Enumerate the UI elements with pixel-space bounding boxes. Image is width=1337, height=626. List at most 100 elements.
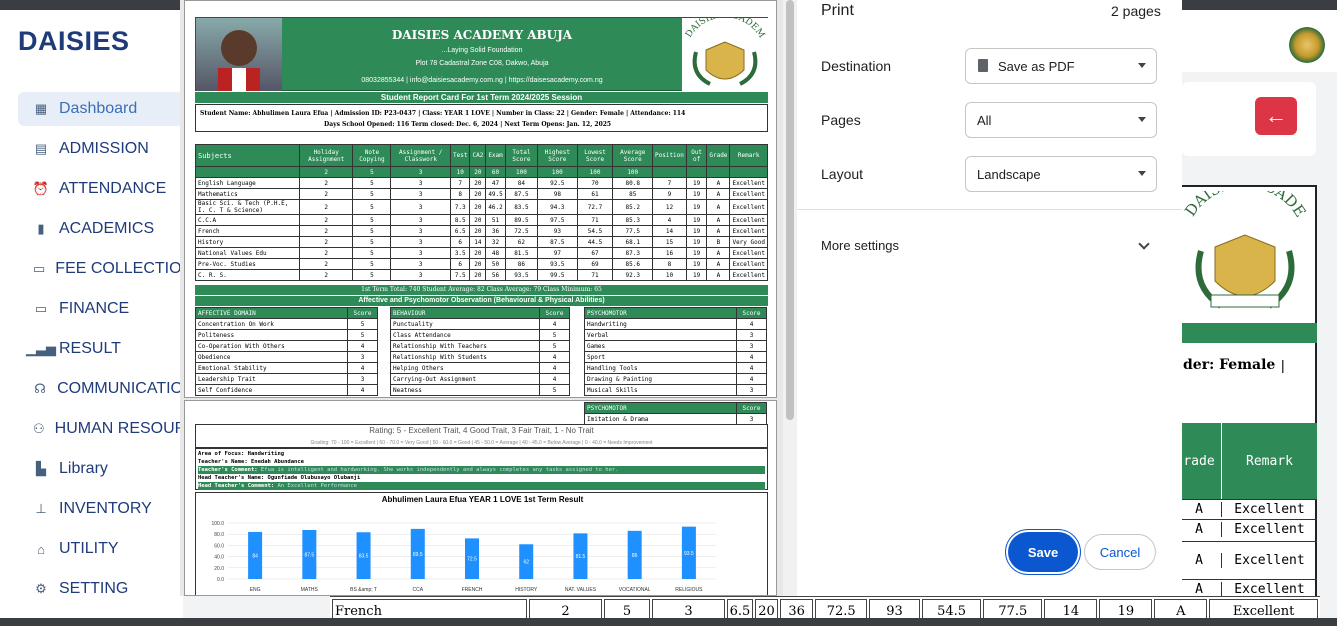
head-teacher-name: Head Teacher's Name: Ogunfiade Olubusayo…	[198, 475, 361, 481]
trait-header: PSYCHOMOTOR	[584, 402, 737, 414]
school-address: Plot 78 Cadastral Zone C08, Dakwo, Abuja	[415, 60, 549, 67]
trait-name: Verbal	[584, 329, 737, 341]
trait-row: Handwriting 4	[584, 318, 767, 330]
subject-cell: 86	[504, 258, 539, 270]
alarm-clock-icon: ⏰	[32, 181, 50, 196]
subjects-table: Subjects Holiday Assignment Note Copying As…	[195, 144, 768, 281]
back-button[interactable]: ←	[1255, 97, 1297, 135]
sidebar-item-setting[interactable]: ⚙ SETTING	[18, 572, 183, 606]
preview-page-2: PSYCHOMOTOR Score Imitation & Drama 3 Ratin…	[184, 400, 777, 596]
headset-icon: ☊	[34, 381, 46, 396]
trait-name: Carrying-Out Assignment	[390, 373, 540, 385]
sidebar-item-dashboard[interactable]: ▦ Dashboard	[18, 92, 183, 126]
layout-select[interactable]: Landscape	[965, 156, 1157, 192]
y-tick-label: 40.0	[214, 555, 224, 561]
sidebar-item-label: FINANCE	[59, 300, 130, 317]
background-remark-cell: Excellent	[1221, 502, 1317, 517]
sidebar-item-utility[interactable]: ⌂ UTILITY	[18, 532, 183, 566]
pages-select[interactable]: All	[965, 102, 1157, 138]
subject-row: C.C.A 2 5 3 8.5 20 51 89.5 97.5 71 85.3 4 19 A Excelle…	[195, 214, 768, 226]
subject-header-cell: Grade	[706, 144, 731, 167]
sidebar-item-attendance[interactable]: ⏰ ATTENDANCE	[18, 172, 183, 206]
school-name: DAISIES ACADEMY ABUJA	[391, 28, 573, 42]
sidebar-item-fee-collection[interactable]: ▭ FEE COLLECTION	[18, 252, 183, 286]
subject-header-cell: Exam	[485, 144, 506, 167]
trait-row: Relationship With Teachers 5	[390, 340, 570, 352]
trait-row: Leadership Trait 3	[195, 373, 378, 385]
background-grade-cell: A	[1195, 582, 1203, 597]
background-remark-cell: Excellent	[1221, 553, 1317, 568]
trait-score-header: Score	[736, 307, 767, 319]
student-info-line-2: Days School Opened: 116 Term closed: Dec…	[324, 121, 612, 128]
max-score-cell: 2	[298, 166, 354, 178]
destination-select[interactable]: Save as PDF	[965, 48, 1157, 84]
remark-header-text: Remark	[1246, 453, 1293, 469]
teacher-comment-row: Teacher's Comment: Efua is intelligent a…	[198, 466, 765, 474]
svg-text:DAISIES ACADEMY: DAISIES ACADEMY	[1181, 191, 1309, 220]
subject-cell: 20	[469, 269, 487, 281]
max-score-cell: 5	[352, 166, 392, 178]
trait-row: Punctuality 4	[390, 318, 570, 330]
x-tick-label: ENG	[250, 587, 261, 593]
subject-cell: 36	[485, 225, 506, 237]
trait-row: Obedience 3	[195, 351, 378, 363]
bar-value-label: 86	[632, 553, 638, 559]
sidebar-item-finance[interactable]: ▭ FINANCE	[18, 292, 183, 326]
pages-value: All	[977, 112, 992, 128]
chevron-down-icon	[1138, 63, 1146, 68]
subject-cell: 5	[352, 199, 392, 215]
subject-header-cell: CA2	[469, 144, 487, 167]
subject-cell: 3	[390, 177, 452, 189]
save-button[interactable]: Save	[1008, 532, 1078, 572]
chart-frame: Abhulimen Laura Efua YEAR 1 LOVE 1st Ter…	[195, 492, 768, 595]
report-crest-icon: DAISIES ACADEMY	[1173, 173, 1309, 321]
wallet-icon: ▭	[34, 301, 48, 316]
subject-cell: 6.5	[450, 225, 471, 237]
rating-text: Rating: 5 - Excellent Trait, 4 Good Trai…	[369, 426, 594, 435]
trait-name: Concentration On Work	[195, 318, 348, 330]
sidebar-item-library[interactable]: ▙ Library	[18, 452, 183, 486]
trait-header-row: PSYCHOMOTOR Score	[584, 402, 767, 414]
sidebar-item-admission[interactable]: ▤ ADMISSION	[18, 132, 183, 166]
sidebar-item-inventory[interactable]: ⊥ INVENTORY	[18, 492, 183, 526]
cancel-button[interactable]: Cancel	[1084, 534, 1156, 570]
trait-row: Class Attendance 5	[390, 329, 570, 341]
subject-header-cell: Assignment / Classwork	[390, 144, 452, 167]
trait-row: Games 3	[584, 340, 767, 352]
y-tick-label: 20.0	[214, 566, 224, 572]
school-motto: ...Laying Solid Foundation	[441, 47, 523, 54]
sidebar-item-label: RESULT	[59, 340, 121, 357]
subject-cell: 51	[485, 214, 506, 226]
subject-cell: 93.5	[504, 269, 539, 281]
sidebar-item-result[interactable]: ▁▃▅ RESULT	[18, 332, 183, 366]
subject-cell: 87.5	[504, 188, 539, 200]
sidebar-item-human-resour[interactable]: ⚇ HUMAN RESOUR	[18, 412, 183, 446]
trait-score: 4	[736, 373, 767, 385]
x-tick-label: MATHS	[301, 587, 319, 593]
page2-psychomotor-table: PSYCHOMOTOR Score Imitation & Drama 3	[584, 402, 767, 425]
subject-cell: 94.3	[537, 199, 578, 215]
subject-cell: 84	[504, 177, 539, 189]
subject-cell: 93.5	[537, 258, 578, 270]
subject-cell: 93	[537, 225, 578, 237]
trait-row: Self Confidence 4	[195, 384, 378, 396]
trait-score: 4	[539, 362, 570, 374]
background-grade-cell: A	[1195, 502, 1203, 517]
subject-cell: 3	[390, 247, 452, 259]
sidebar-item-academics[interactable]: ▮ ACADEMICS	[18, 212, 183, 246]
background-remark-header: Remark	[1221, 423, 1317, 499]
sidebar-item-communicatio[interactable]: ☊ COMMUNICATIO	[18, 372, 183, 406]
arrow-left-icon: ←	[1265, 103, 1287, 128]
trait-score: 4	[736, 318, 767, 330]
trait-name: Imitation & Drama	[584, 413, 737, 425]
subject-cell: 19	[685, 188, 708, 200]
brand-logo-text[interactable]: DAISIES	[18, 26, 130, 57]
book-icon: ▮	[37, 221, 45, 236]
dashboard-grid-icon: ▦	[34, 101, 48, 116]
subject-cell: 61	[576, 188, 614, 200]
subject-cell: Very Good	[729, 236, 768, 248]
more-settings-toggle[interactable]: More settings	[821, 238, 899, 253]
people-icon: ⚇	[33, 421, 45, 436]
subject-cell: 32	[485, 236, 506, 248]
preview-scrollbar-thumb[interactable]	[786, 0, 794, 420]
